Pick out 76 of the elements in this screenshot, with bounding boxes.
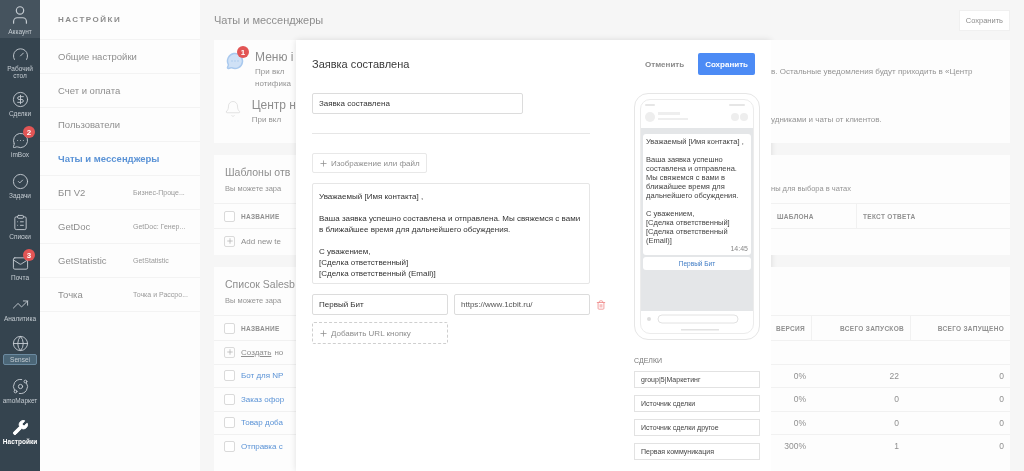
table-cell: 0 xyxy=(999,441,1004,452)
plus-icon xyxy=(319,328,328,338)
count-badge: 2 xyxy=(23,126,35,138)
settings-menu-item[interactable]: Счет и оплата xyxy=(40,74,200,108)
table-cell: 0 xyxy=(999,417,1004,428)
settings-menu-item[interactable]: Чаты и мессенджеры xyxy=(40,142,200,176)
menu-item-label: Общие настройки xyxy=(58,51,138,62)
bot-name-link[interactable]: Бот для NP xyxy=(241,371,284,381)
list-icon xyxy=(11,213,29,231)
plus-icon[interactable] xyxy=(224,346,235,358)
checkbox[interactable] xyxy=(224,322,235,334)
table-cell: 1 xyxy=(894,441,899,452)
name-input[interactable]: Заявка составлена xyxy=(312,93,523,114)
wrench-icon xyxy=(11,418,29,436)
orbit-icon xyxy=(11,377,29,395)
cancel-button[interactable]: Отменить xyxy=(639,58,691,70)
checkbox[interactable] xyxy=(224,417,235,429)
checkbox[interactable] xyxy=(224,440,235,452)
settings-menu-item[interactable]: Пользователи xyxy=(40,108,200,142)
setting-description: нотифика xyxy=(255,78,292,90)
dialog-title: Заявка составлена xyxy=(312,58,411,70)
menu-item-label: БП V2 xyxy=(58,187,87,198)
page-title: Чаты и мессенджеры xyxy=(214,14,324,26)
setting-title: Центр н xyxy=(251,97,296,114)
menu-item-label: Счет и оплата xyxy=(58,85,122,96)
delete-icon[interactable] xyxy=(596,299,606,310)
dollar-icon xyxy=(11,90,29,108)
menu-item-label: Точка xyxy=(58,289,84,300)
attach-file-button[interactable]: Изображение или файл xyxy=(312,153,427,173)
table-cell: 0% xyxy=(793,394,806,405)
settings-title: НАСТРОЙКИ xyxy=(40,0,200,40)
table-cell: 0 xyxy=(894,417,899,428)
table-cell: 0 xyxy=(999,394,1004,405)
table-cell: 22 xyxy=(889,370,899,381)
setting-title: Меню i xyxy=(255,49,294,66)
checkbox[interactable] xyxy=(224,393,235,405)
gauge-icon xyxy=(11,46,29,63)
count-badge: 3 xyxy=(23,249,35,261)
checkbox[interactable] xyxy=(224,210,235,222)
table-cell: 0% xyxy=(793,370,806,381)
menu-item-label: GetStatistic xyxy=(58,255,108,266)
setting-description: в. Остальные уведомления будут приходить в «Центр xyxy=(771,66,973,78)
settings-menu-item[interactable]: Общие настройки xyxy=(40,40,200,74)
menu-item-label: Чаты и мессенджеры xyxy=(58,153,161,164)
setting-description: удниками и чаты от клиентов. xyxy=(771,114,882,126)
menu-item-label: Пользователи xyxy=(58,119,121,130)
setting-description: При вкл xyxy=(251,114,283,126)
count-badge: 1 xyxy=(237,46,249,58)
save-button[interactable]: Сохранить xyxy=(698,53,755,75)
button-label-input[interactable]: Первый Бит xyxy=(312,294,448,315)
add-url-button[interactable]: Добавить URL кнопку xyxy=(312,322,448,344)
chat-icon xyxy=(225,52,244,70)
table-cell: 0 xyxy=(999,370,1004,381)
card-title: Список Salesb xyxy=(224,277,296,292)
checkbox[interactable] xyxy=(224,370,235,382)
bot-name-link[interactable]: Отправка с xyxy=(241,441,283,451)
globe-icon xyxy=(11,334,29,352)
bell-icon xyxy=(223,100,242,118)
bot-name-link[interactable]: Заказ офор xyxy=(241,394,285,404)
check-icon xyxy=(11,172,29,190)
create-link[interactable]: Создать xyxy=(241,347,272,357)
mail-icon xyxy=(11,254,29,272)
add-template-link[interactable]: Add new te xyxy=(241,236,282,246)
chat-icon xyxy=(11,131,29,149)
plus-icon[interactable] xyxy=(224,235,235,247)
url-input[interactable]: https://www.1cbit.ru/ xyxy=(454,294,590,315)
bot-name-link[interactable]: Товар доба xyxy=(241,418,283,428)
setting-description: При вкл xyxy=(255,66,286,78)
plus-icon xyxy=(319,158,328,168)
message-field[interactable]: Уважаемый [Имя контакта] , Ваша заявка успешно составлена и отправлена. Мы свяжемся с вами в ближайшее время для дальнейшего обсуждения. С уважением, [Сделка ответственный] [Сделка ответственный (Email)] xyxy=(312,183,590,284)
table-cell: 0 xyxy=(894,394,899,405)
card-title: Шаблоны отв xyxy=(224,165,292,180)
table-cell: 300% xyxy=(784,441,806,452)
table-cell: 0% xyxy=(793,417,806,428)
create-label: но xyxy=(274,347,284,357)
menu-item-label: GetDoc xyxy=(58,221,92,232)
